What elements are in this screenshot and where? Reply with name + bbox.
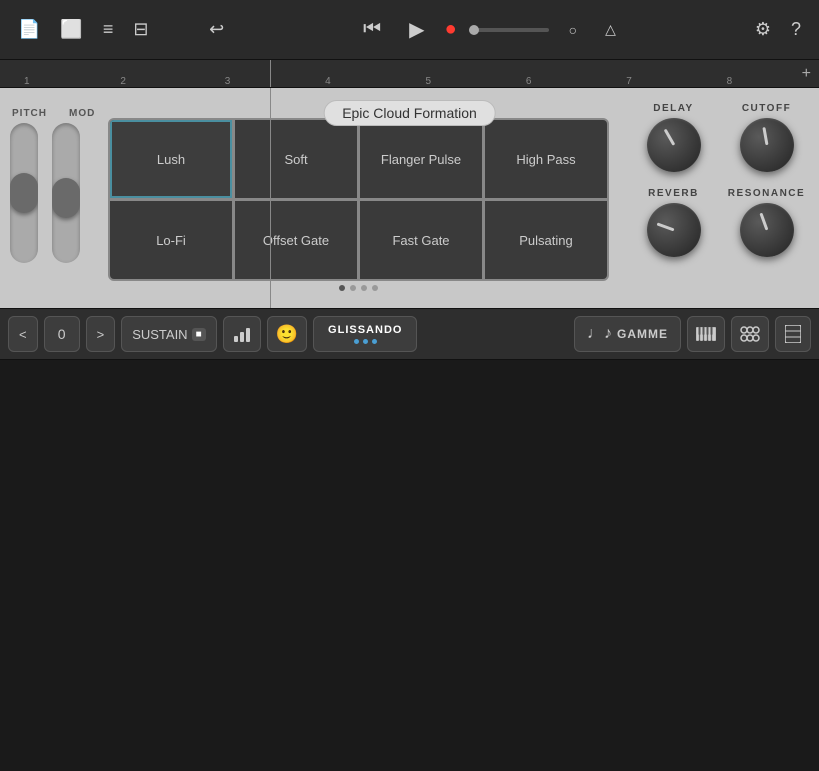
controls-bar: < 0 > SUSTAIN ■ 🙂 GLISSANDO ♩♪ GAMME [0,308,819,360]
list-icon[interactable]: ≡ [97,15,120,44]
next-octave-button[interactable]: > [86,316,116,352]
playhead-main [270,88,271,308]
page-dot-1[interactable] [339,285,345,291]
glissando-button[interactable]: GLISSANDO [313,316,417,352]
transport-controls: ⏮ ▶ ● ○ △ [355,13,624,46]
emoji-button[interactable]: 🙂 [267,316,307,352]
rewind-button[interactable]: ⏮ [355,14,389,45]
cutoff-knob-group: CUTOFF [724,103,809,172]
pad-lo-fi[interactable]: Lo-Fi [110,201,232,279]
keyboard-view-button[interactable] [687,316,725,352]
arpeggio-icon [232,324,252,344]
toolbar: 📄 ⬜ ≡ ⊟ ↩ ⏮ ▶ ● ○ △ ⚙ ? [0,0,819,60]
pad-pulsating[interactable]: Pulsating [485,201,607,279]
g-dot-2 [363,339,368,344]
g-dot-3 [372,339,377,344]
instrument-area: Epic Cloud Formation PITCH MOD Lush Soft [0,88,819,308]
pad-flanger-pulse[interactable]: Flanger Pulse [360,120,482,198]
arpeggio-button[interactable] [223,316,261,352]
mixer-icon[interactable]: ⊟ [127,15,154,44]
pad-high-pass[interactable]: High Pass [485,120,607,198]
reverb-label: REVERB [648,188,699,199]
prev-octave-button[interactable]: < [8,316,38,352]
ruler-mark-8: 8 [727,76,733,87]
sustain-indicator: ■ [192,328,206,341]
layers-icon[interactable]: ⬜ [54,15,88,44]
preset-label[interactable]: Epic Cloud Formation [323,100,496,126]
delay-label: DELAY [653,103,693,114]
pitch-slider[interactable] [10,123,38,263]
reverb-knob[interactable] [647,203,701,257]
record-button[interactable]: ● [445,18,457,41]
chord-view-button[interactable] [731,316,769,352]
pitch-mod-section: PITCH MOD [10,108,95,263]
pad-soft[interactable]: Soft [235,120,357,198]
add-track-button[interactable]: + [802,65,811,83]
gamme-button[interactable]: ♩♪ GAMME [574,316,681,352]
cutoff-knob[interactable] [740,118,794,172]
g-dot-1 [354,339,359,344]
pad-fast-gate[interactable]: Fast Gate [360,201,482,279]
notes-icon: ♩♪ [587,325,613,343]
help-icon[interactable]: ? [785,15,807,44]
page-dot-3[interactable] [361,285,367,291]
doc-icon[interactable]: 📄 [12,15,46,44]
resonance-knob[interactable] [740,203,794,257]
ruler-mark-6: 6 [526,76,532,87]
page-dots [108,281,609,295]
metronome-icon[interactable]: △ [597,17,624,42]
ruler-mark-4: 4 [325,76,331,87]
ruler-mark-3: 3 [225,76,231,87]
undo-icon[interactable]: ↩ [203,15,230,44]
settings-icon[interactable]: ⚙ [749,15,777,44]
pad-grid-section: Lush Soft Flanger Pulse High Pass Lo-Fi … [108,118,609,295]
ruler-mark-1: 1 [24,76,30,87]
mod-label: MOD [69,108,95,119]
pitch-label: PITCH [12,108,47,119]
toolbar-right: ⚙ ? [749,15,807,44]
play-button[interactable]: ▶ [401,13,432,46]
delay-knob[interactable] [647,118,701,172]
volume-slider[interactable] [469,28,549,32]
delay-knob-group: DELAY [631,103,716,172]
reverb-knob-group: REVERB [631,188,716,257]
cutoff-label: CUTOFF [742,103,791,114]
pad-grid: Lush Soft Flanger Pulse High Pass Lo-Fi … [108,118,609,281]
resonance-label: RESONANCE [728,188,805,199]
page-dot-4[interactable] [372,285,378,291]
chord-icon [740,326,760,342]
strip-view-button[interactable] [775,316,811,352]
ruler-mark-5: 5 [426,76,432,87]
strip-icon [785,325,801,343]
page-dot-2[interactable] [350,285,356,291]
ruler: 1 2 3 4 5 6 7 8 + [0,60,819,88]
emoji-icon: 🙂 [276,324,298,345]
playhead-ruler [270,60,271,87]
knobs-section: DELAY CUTOFF REVERB RESONANCE [631,103,809,257]
pad-lush[interactable]: Lush [110,120,232,198]
keyboard-icon [696,327,716,341]
volume-icon: ○ [561,18,585,42]
glissando-dots [354,339,377,344]
sustain-button[interactable]: SUSTAIN ■ [121,316,216,352]
octave-value: 0 [44,316,80,352]
resonance-knob-group: RESONANCE [724,188,809,257]
ruler-mark-7: 7 [626,76,632,87]
mod-slider[interactable] [52,123,80,263]
pad-offset-gate[interactable]: Offset Gate [235,201,357,279]
ruler-mark-2: 2 [120,76,126,87]
